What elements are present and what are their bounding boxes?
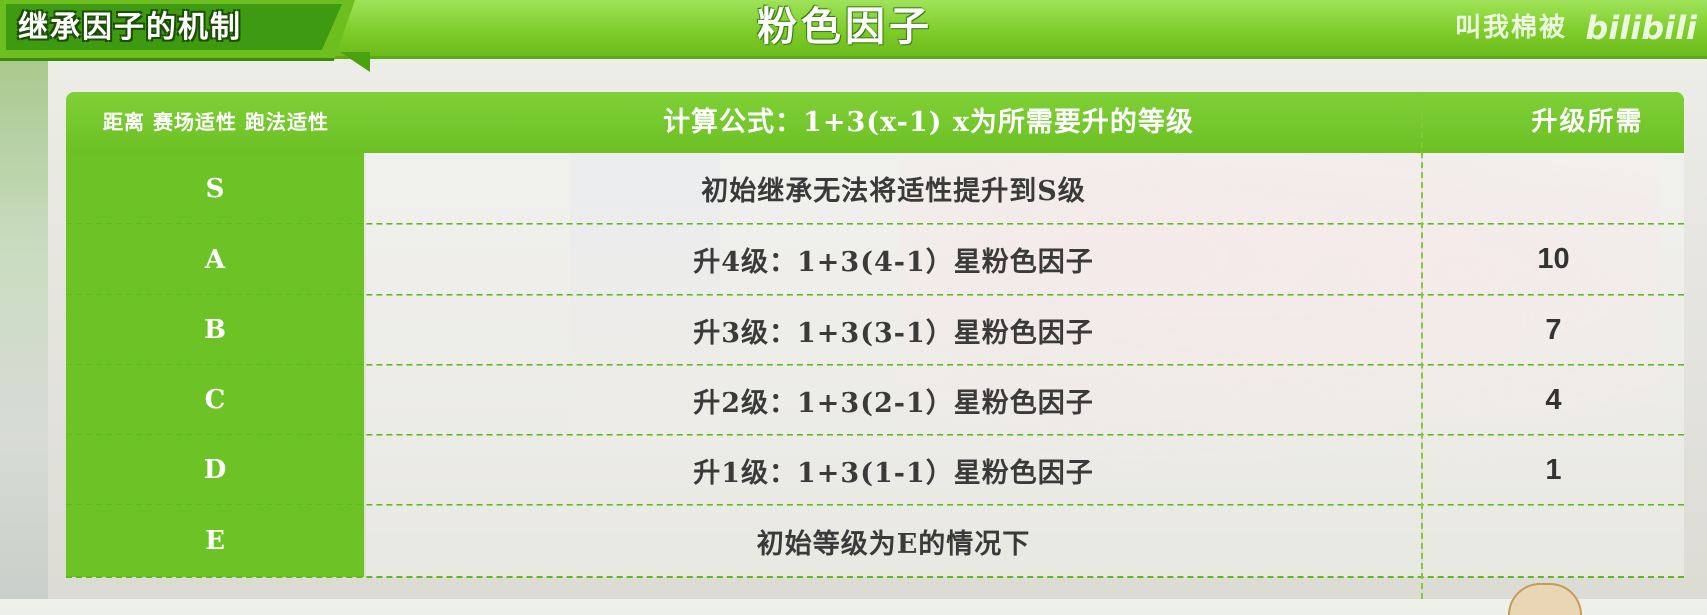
formula-cell: 升2级：1+3(2-1）星粉色因子 (366, 365, 1421, 435)
required-cell: 1 (1423, 435, 1684, 505)
bilibili-logo: bilibili (1585, 9, 1697, 47)
grade-label: B (66, 295, 364, 365)
formula-cell: 初始继承无法将适性提升到S级 (366, 153, 1421, 224)
required-cell: 4 (1423, 365, 1684, 435)
uploader-watermark: 叫我棉被 (1454, 13, 1567, 43)
required-cell: 10 (1423, 224, 1684, 295)
formula-cell: 升1级：1+3(1-1）星粉色因子 (366, 435, 1421, 505)
header-required: 升级所需 (1531, 107, 1644, 137)
table-row-b: B 升3级：1+3(3-1）星粉色因子 7 (66, 295, 1684, 366)
required-cell (1423, 505, 1684, 577)
table-header: 距离 赛场适性 跑法适性 计算公式：1+3(x-1) x为所需要升的等级 升级所… (66, 92, 1684, 153)
corner-badge: 继承因子的机制 (0, 0, 355, 61)
corner-stripe (340, 52, 370, 72)
required-cell (1423, 153, 1684, 224)
grade-label: E (66, 505, 364, 577)
required-cell: 7 (1423, 295, 1684, 365)
grade-label: A (66, 224, 364, 295)
background-left-strip (0, 60, 48, 599)
grade-label: D (66, 435, 364, 505)
table-row-e: E 初始等级为E的情况下 (66, 505, 1684, 578)
table-row-s: S 初始继承无法将适性提升到S级 (66, 153, 1684, 225)
formula-cell: 升3级：1+3(3-1）星粉色因子 (366, 295, 1421, 365)
pink-factor-table: 距离 赛场适性 跑法适性 计算公式：1+3(x-1) x为所需要升的等级 升级所… (66, 92, 1684, 599)
formula-cell: 初始等级为E的情况下 (366, 505, 1421, 577)
formula-cell: 升4级：1+3(4-1）星粉色因子 (366, 224, 1421, 295)
page-title: 粉色因子 (757, 3, 933, 50)
column-divider (1421, 92, 1423, 599)
corner-title: 继承因子的机制 (18, 10, 242, 45)
grade-label: S (66, 153, 364, 224)
header-formula: 计算公式：1+3(x-1) x为所需要升的等级 (663, 107, 1194, 138)
grade-label: C (66, 365, 364, 435)
row-divider (66, 576, 1684, 578)
header-aptitude-types: 距离 赛场适性 跑法适性 (103, 110, 329, 134)
table-row-a: A 升4级：1+3(4-1）星粉色因子 10 (66, 224, 1684, 296)
table-row-d: D 升1级：1+3(1-1）星粉色因子 1 (66, 435, 1684, 506)
table-row-c: C 升2级：1+3(2-1）星粉色因子 4 (66, 365, 1684, 436)
